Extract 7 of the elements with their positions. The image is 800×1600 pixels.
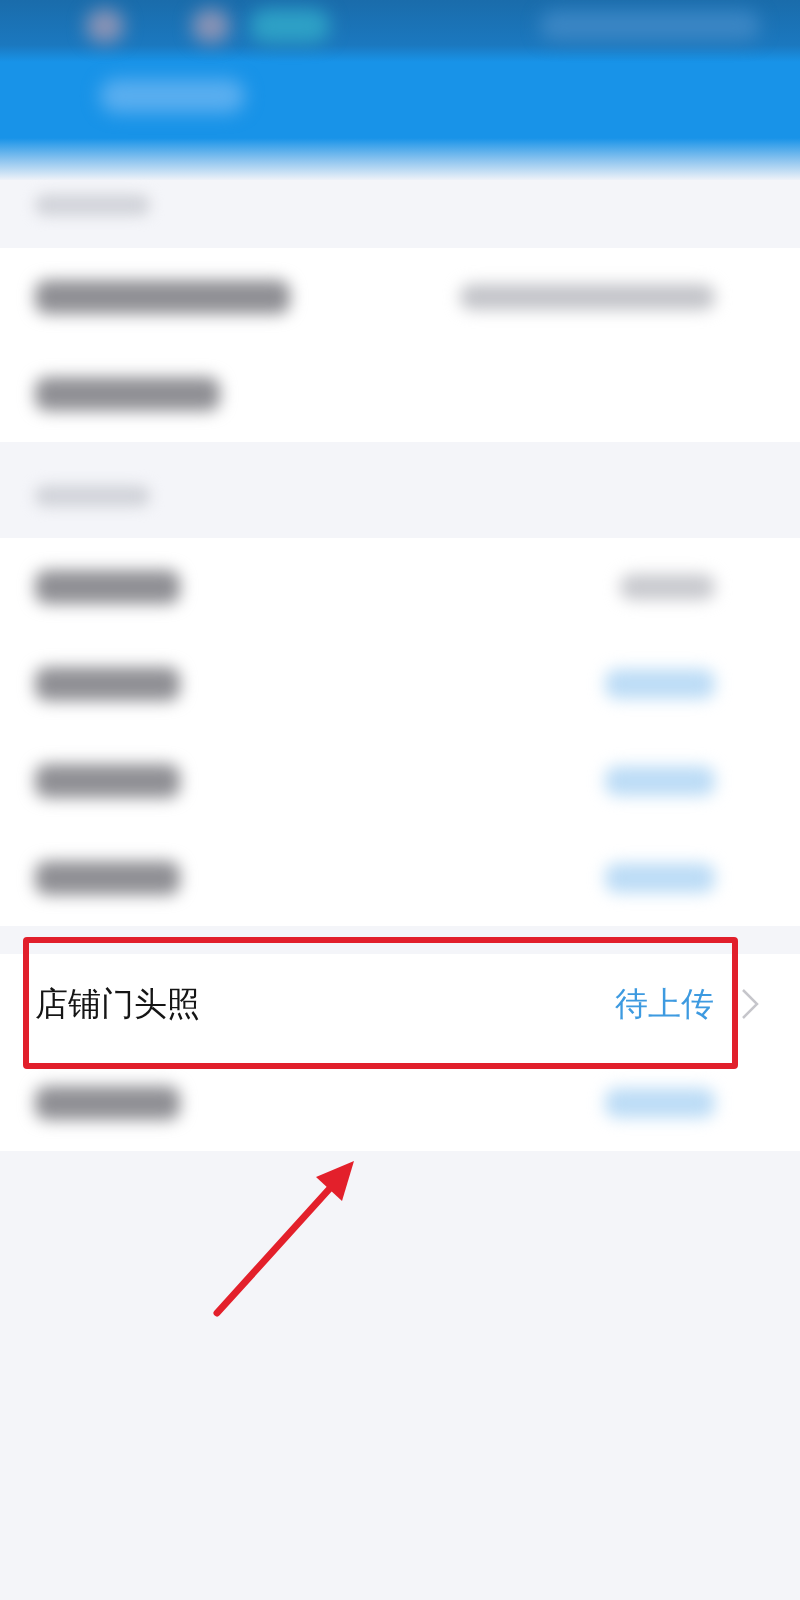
blurred-status-icon bbox=[250, 9, 330, 43]
list-row[interactable]: 店铺门头照 待上传 bbox=[0, 954, 800, 1054]
blurred-status-icon bbox=[86, 9, 124, 43]
chevron-right-icon bbox=[740, 987, 760, 1021]
row-status: 待上传 bbox=[615, 982, 714, 1025]
blurred-status-icon bbox=[192, 9, 230, 43]
row-label: 店铺门头照 bbox=[35, 982, 200, 1025]
